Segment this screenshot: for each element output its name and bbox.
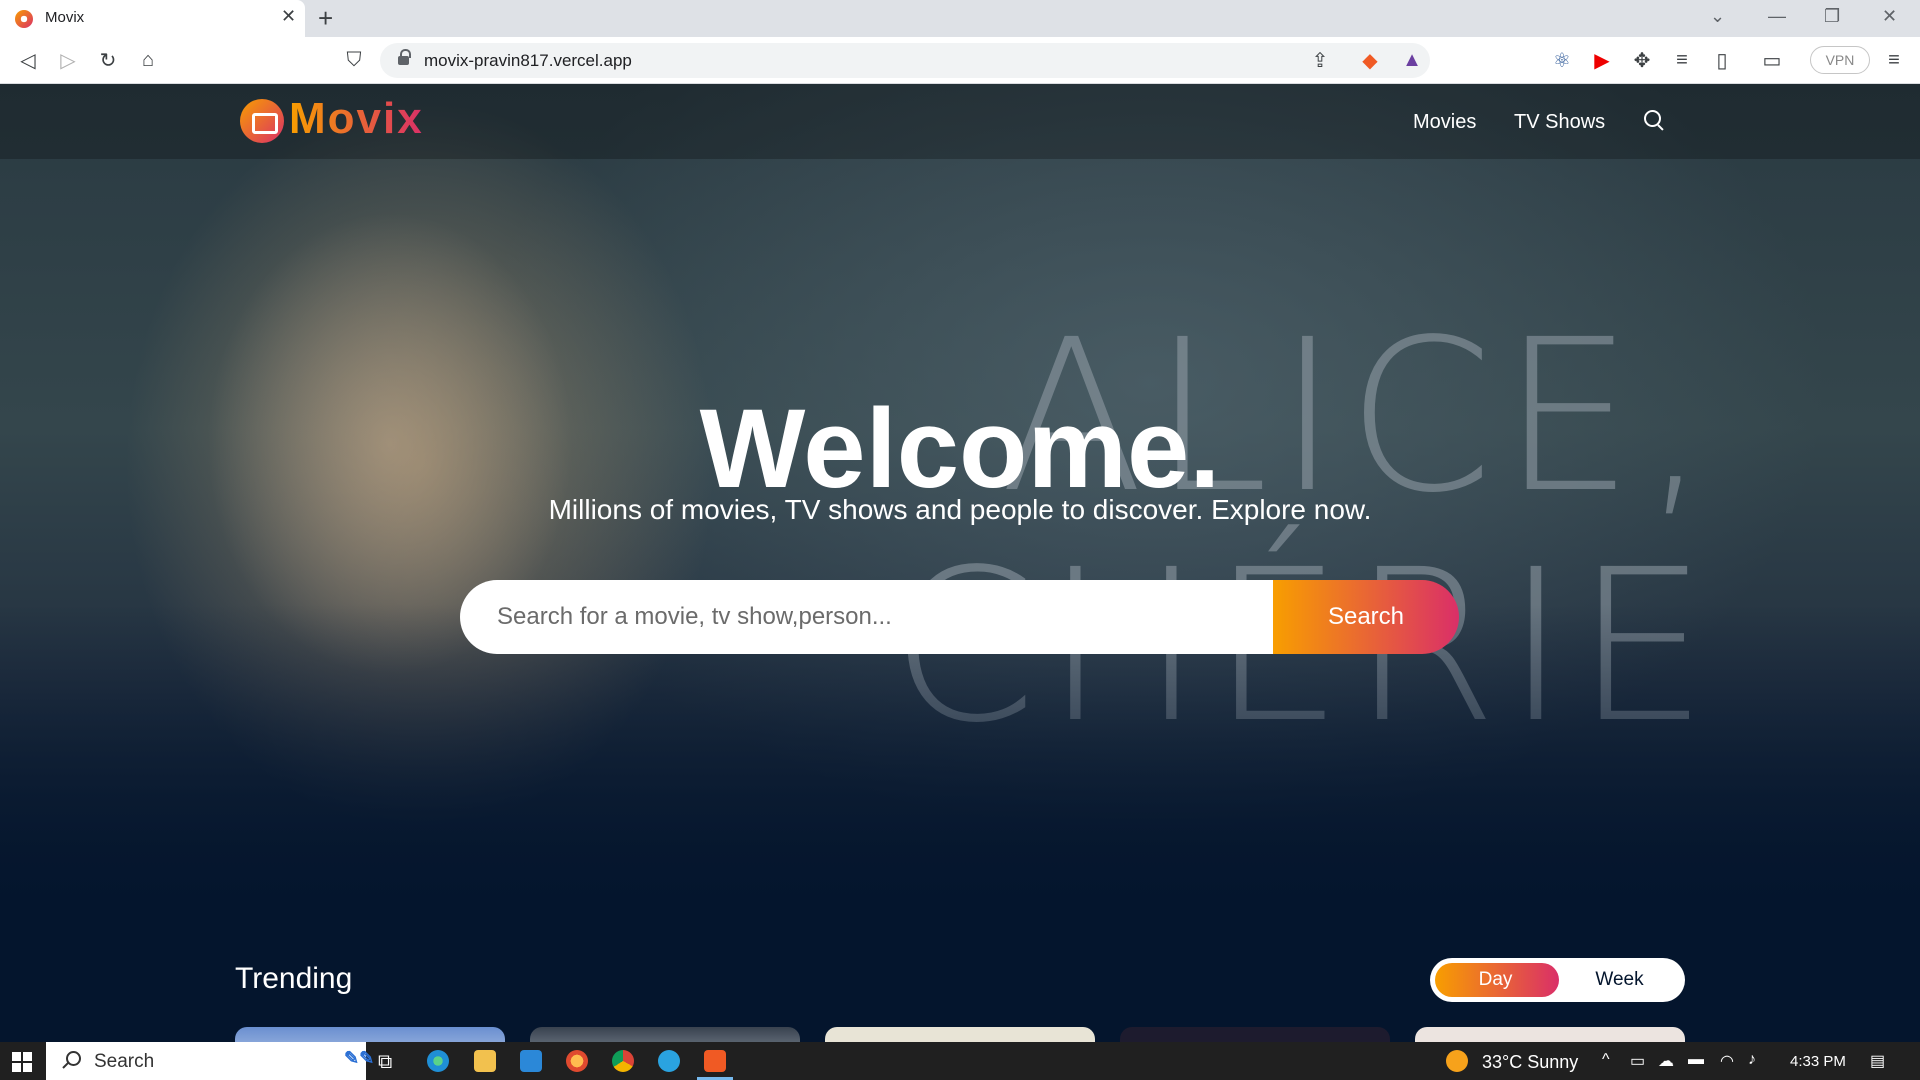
tab-search-chevron-icon[interactable]: ⌄ [1710, 6, 1725, 27]
edge-icon[interactable] [427, 1050, 449, 1072]
trending-card[interactable] [530, 1027, 800, 1042]
trending-title: Trending [235, 962, 353, 995]
hero-search-input[interactable] [460, 580, 1290, 654]
show-hidden-icons-chevron-icon[interactable]: ^ [1602, 1051, 1610, 1069]
browser-tab-strip: Movix ✕ + ⌄ — ❐ ✕ [0, 0, 1920, 37]
trending-day-week-switch: Day Week [1430, 958, 1685, 1002]
nav-tv-shows-link[interactable]: TV Shows [1514, 111, 1605, 134]
windows-taskbar: Search ✎✎ ⧉ 33°C Sunny ^ ▭ ☁ ▬ ◠ ♪ 4:33 … [0, 1042, 1920, 1080]
address-bar[interactable]: movix-pravin817.vercel.app [380, 43, 1430, 78]
search-highlight-icon: ✎✎ [344, 1048, 375, 1068]
mail-icon[interactable] [520, 1050, 542, 1072]
site-header: Movix Movies TV Shows [0, 84, 1920, 159]
home-icon[interactable]: ⌂ [134, 46, 162, 74]
brave-rewards-icon[interactable]: ▲ [1398, 46, 1426, 74]
file-explorer-icon[interactable] [474, 1050, 496, 1072]
notifications-icon[interactable]: ▤ [1870, 1051, 1885, 1071]
youtube-extension-icon[interactable]: ▶ [1588, 46, 1616, 74]
restore-icon[interactable]: ❐ [1824, 6, 1840, 27]
new-tab-button[interactable]: + [318, 3, 333, 33]
firefox-icon[interactable] [566, 1050, 588, 1072]
vpn-label: VPN [1825, 52, 1855, 68]
playlist-icon[interactable]: ≡ [1668, 46, 1696, 74]
movix-logo-text[interactable]: Movix [289, 94, 424, 144]
lock-icon [398, 49, 411, 66]
battery-icon[interactable]: ▬ [1688, 1051, 1704, 1069]
onedrive-icon[interactable]: ☁ [1658, 1051, 1674, 1071]
brave-icon[interactable] [704, 1050, 726, 1072]
switch-tab-day[interactable]: Day [1432, 958, 1559, 1002]
movix-logo-icon[interactable] [240, 99, 284, 143]
trending-card[interactable] [825, 1027, 1095, 1042]
back-icon[interactable]: ◁ [14, 46, 42, 74]
tab-title: Movix [45, 9, 85, 26]
weather-sun-icon[interactable] [1446, 1050, 1468, 1072]
nav-movies-link[interactable]: Movies [1413, 111, 1476, 134]
hero-fade-overlay [0, 604, 1920, 964]
window-close-icon[interactable]: ✕ [1882, 6, 1897, 27]
movix-favicon-icon [15, 10, 33, 28]
reload-icon[interactable]: ↻ [94, 46, 122, 74]
telegram-icon[interactable] [658, 1050, 680, 1072]
trending-card[interactable] [1120, 1027, 1390, 1042]
switch-tab-week[interactable]: Week [1556, 958, 1683, 1002]
task-view-icon[interactable]: ⧉ [378, 1051, 392, 1074]
meet-now-icon[interactable]: ▭ [1630, 1051, 1645, 1071]
hero-subtitle: Millions of movies, TV shows and people … [548, 494, 1372, 525]
weather-text[interactable]: 33°C Sunny [1482, 1052, 1578, 1073]
browser-tab-movix[interactable]: Movix ✕ [0, 0, 305, 37]
tab-close-icon[interactable]: ✕ [281, 6, 296, 27]
url-text[interactable]: movix-pravin817.vercel.app [424, 51, 632, 71]
extensions-icon[interactable]: ✥ [1628, 46, 1656, 74]
taskbar-search-label: Search [94, 1051, 155, 1072]
menu-icon[interactable]: ≡ [1880, 46, 1908, 74]
share-icon[interactable]: ⇪ [1306, 46, 1334, 74]
volume-icon[interactable]: ♪ [1748, 1051, 1756, 1069]
forward-icon[interactable]: ▷ [54, 46, 82, 74]
brave-shields-icon[interactable]: ◆ [1356, 46, 1384, 74]
hero-search-button[interactable]: Search [1273, 580, 1459, 654]
minimize-icon[interactable]: — [1768, 6, 1786, 27]
clock-time[interactable]: 4:33 PM [1790, 1053, 1846, 1070]
windows-start-icon[interactable] [12, 1052, 32, 1072]
search-icon[interactable] [1644, 110, 1666, 132]
react-devtools-icon[interactable]: ⚛ [1548, 46, 1576, 74]
browser-toolbar: ◁ ▷ ↻ ⌂ ⛉ movix-pravin817.vercel.app ⇪ ◆… [0, 37, 1920, 84]
vpn-button[interactable]: VPN [1810, 46, 1870, 74]
chrome-icon[interactable] [612, 1050, 634, 1072]
taskbar-search-icon [62, 1051, 81, 1069]
sidebar-icon[interactable]: ▯ [1708, 46, 1736, 74]
wifi-icon[interactable]: ◠ [1720, 1051, 1734, 1071]
wallet-icon[interactable]: ▭ [1758, 46, 1786, 74]
bookmark-icon[interactable]: ⛉ [340, 46, 368, 74]
trending-card[interactable] [235, 1027, 505, 1042]
trending-card[interactable] [1415, 1027, 1685, 1042]
taskbar-search-box[interactable]: Search ✎✎ [46, 1042, 374, 1080]
page-viewport: ALICE, CHÉRIE Movix Movies TV Shows Welc… [0, 84, 1920, 1042]
